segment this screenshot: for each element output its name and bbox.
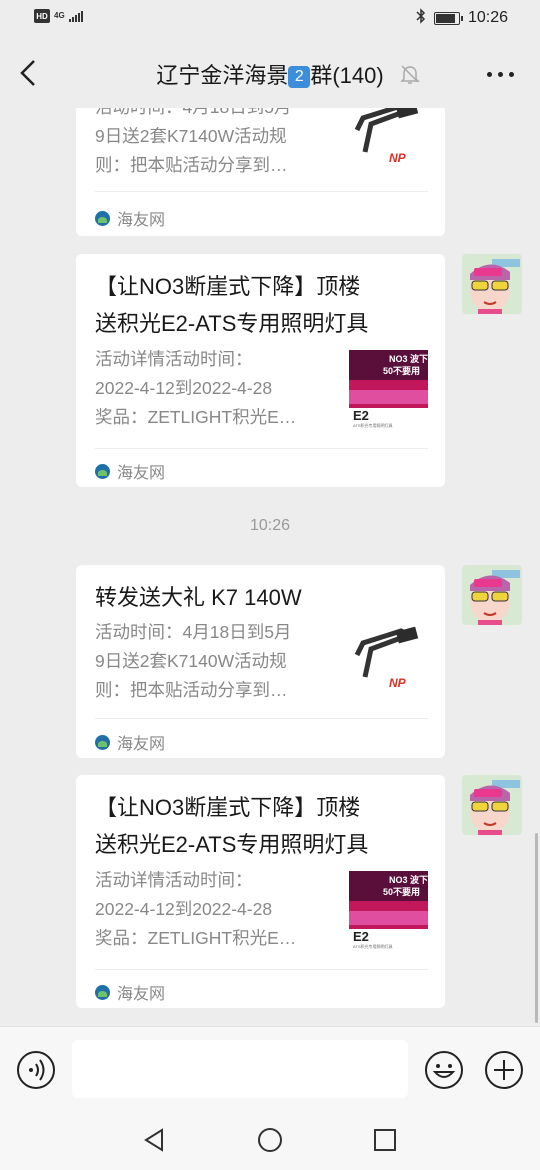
source-name: 海友网 [117, 736, 166, 753]
title-line: 【让NO3断崖式下降】顶楼 [95, 795, 361, 820]
card-title: 【让NO3断崖式下降】顶楼 送积光E2-ATS专用照明灯具 [95, 789, 421, 863]
signal-icon [68, 10, 83, 22]
chat-title-post: 群(140) [310, 63, 384, 88]
status-bar: HD 4G 10:26 [0, 0, 540, 38]
card-description: 活动时间：4月18日到5月 9日送2套K7140W活动规 则：把本贴活动分享到… [95, 618, 340, 705]
more-functions-button[interactable] [484, 1050, 524, 1090]
timestamp: 10:26 [249, 517, 291, 534]
input-bar [0, 1026, 540, 1111]
scrollbar[interactable] [535, 833, 538, 1023]
system-nav-bar [0, 1110, 540, 1170]
title-line: 送积光E2-ATS专用照明灯具 [95, 311, 369, 336]
nav-back-button[interactable] [142, 1127, 168, 1153]
svg-text:E2: E2 [353, 408, 369, 423]
desc-line: 2022-4-12到2022-4-28 [95, 378, 273, 398]
lamp-thumbnail-icon: NP [349, 108, 428, 179]
avatar[interactable] [462, 565, 522, 625]
card-title: 转发送大礼 K7 140W [95, 579, 421, 616]
card-source: 海友网 [95, 730, 165, 754]
circle-home-icon [258, 1128, 282, 1152]
svg-text:50不要用: 50不要用 [383, 366, 420, 376]
title-badge: 2 [288, 66, 311, 88]
svg-text:NP: NP [389, 151, 407, 165]
svg-text:NO3 波下: NO3 波下 [389, 353, 428, 364]
title-line: 【让NO3断崖式下降】顶楼 [95, 274, 361, 299]
source-name: 海友网 [117, 465, 166, 482]
plus-icon [485, 1051, 523, 1089]
link-card[interactable]: 活动时间：4月18日到5月 9日送2套K7140W活动规 则：把本贴活动分享到…… [76, 108, 445, 236]
network-type: 4G [54, 11, 65, 20]
nav-home-button[interactable] [257, 1127, 283, 1153]
source-name: 海友网 [117, 986, 166, 1003]
card-source: 海友网 [95, 206, 165, 230]
card-source: 海友网 [95, 459, 165, 483]
hd-badge: HD [34, 9, 50, 23]
desc-line: 9日送2套K7140W活动规 [95, 126, 287, 146]
desc-line: 活动详情活动时间： [95, 349, 253, 369]
card-title: 【让NO3断崖式下降】顶楼 送积光E2-ATS专用照明灯具 [95, 268, 421, 342]
square-recents-icon [374, 1129, 396, 1151]
clock: 10:26 [467, 9, 508, 26]
desc-line: 9日送2套K7140W活动规 [95, 651, 287, 671]
emoji-icon [425, 1051, 463, 1089]
link-card[interactable]: 转发送大礼 K7 140W 活动时间：4月18日到5月 9日送2套K7140W活… [76, 565, 445, 758]
source-logo-icon [95, 463, 110, 479]
svg-text:ATS积光专用照明灯具: ATS积光专用照明灯具 [353, 943, 392, 949]
desc-line: 则：把本贴活动分享到… [95, 680, 288, 700]
svg-text:50不要用: 50不要用 [383, 887, 420, 897]
source-logo-icon [95, 210, 110, 226]
source-logo-icon [95, 984, 110, 1000]
desc-line: 活动时间：4月18日到5月 [95, 622, 292, 642]
source-logo-icon [95, 734, 110, 750]
triangle-back-icon [144, 1128, 163, 1152]
avatar[interactable] [462, 775, 522, 835]
source-name: 海友网 [117, 212, 166, 229]
svg-text:NO3 波下: NO3 波下 [389, 874, 428, 885]
desc-line: 活动时间：4月18日到5月 [95, 108, 340, 122]
bluetooth-icon [416, 8, 426, 28]
mute-bell-icon [398, 62, 422, 86]
desc-line: 2022-4-12到2022-4-28 [95, 899, 273, 919]
svg-text:E2: E2 [353, 929, 369, 944]
voice-input-button[interactable] [16, 1050, 55, 1089]
chat-header: 辽宁金洋海景 2 群(140) [0, 38, 540, 108]
message-list[interactable]: 活动时间：4月18日到5月 9日送2套K7140W活动规 则：把本贴活动分享到…… [0, 108, 540, 1026]
card-description: 活动时间：4月18日到5月 9日送2套K7140W活动规 则：把本贴活动分享到… [95, 108, 340, 180]
card-source: 海友网 [95, 980, 165, 1004]
avatar[interactable] [462, 254, 522, 314]
chat-title-pre: 辽宁金洋海景 [156, 63, 289, 88]
title-line: 送积光E2-ATS专用照明灯具 [95, 832, 369, 857]
nav-recents-button[interactable] [372, 1127, 398, 1153]
svg-text:ATS积光专用照明灯具: ATS积光专用照明灯具 [353, 422, 392, 428]
emoji-button[interactable] [424, 1050, 464, 1090]
desc-line: 活动详情活动时间： [95, 870, 253, 890]
svg-text:NP: NP [389, 676, 407, 690]
message-input[interactable] [72, 1040, 408, 1098]
e2-poster-thumbnail-icon: NO3 波下 50不要用 E2 ATS积光专用照明灯具 [349, 871, 428, 950]
link-card[interactable]: 【让NO3断崖式下降】顶楼 送积光E2-ATS专用照明灯具 活动详情活动时间： … [76, 775, 445, 1008]
more-options-button[interactable] [487, 72, 514, 77]
desc-line: 奖品：ZETLIGHT积光E… [95, 928, 297, 948]
link-card[interactable]: 【让NO3断崖式下降】顶楼 送积光E2-ATS专用照明灯具 活动详情活动时间： … [76, 254, 445, 487]
title-line: 转发送大礼 K7 140W [95, 585, 302, 610]
desc-line: 则：把本贴活动分享到… [95, 155, 288, 175]
card-description: 活动详情活动时间： 2022-4-12到2022-4-28 奖品：ZETLIGH… [95, 345, 340, 432]
chat-title: 辽宁金洋海景 2 群(140) [0, 58, 540, 90]
lamp-thumbnail-icon: NP [349, 625, 428, 704]
card-description: 活动详情活动时间： 2022-4-12到2022-4-28 奖品：ZETLIGH… [95, 866, 340, 953]
battery-icon [433, 11, 463, 25]
voice-icon [17, 1051, 55, 1089]
desc-line: 奖品：ZETLIGHT积光E… [95, 407, 297, 427]
e2-poster-thumbnail-icon: NO3 波下 50不要用 E2 ATS积光专用照明灯具 [349, 350, 428, 429]
